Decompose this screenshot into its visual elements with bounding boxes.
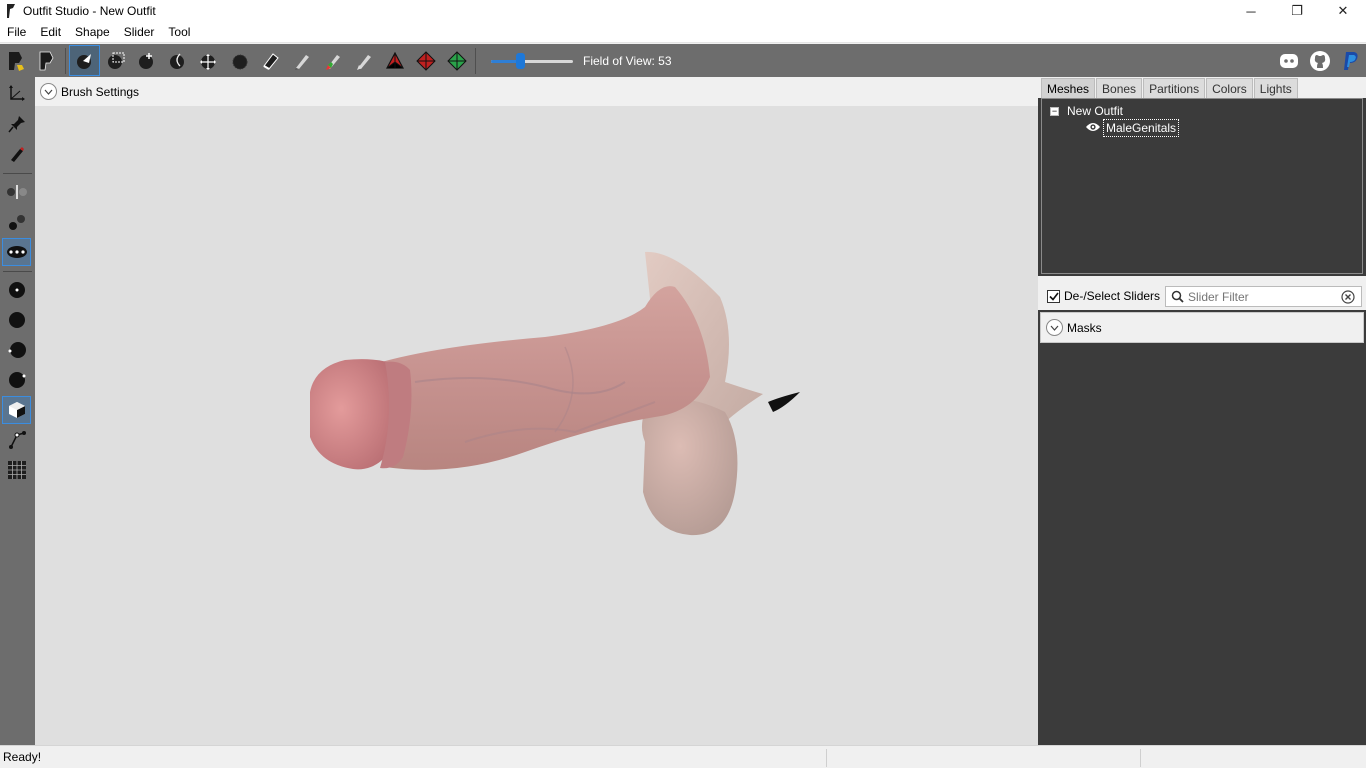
inflate-brush-icon[interactable] bbox=[131, 45, 162, 76]
undiff-brush-icon[interactable] bbox=[255, 45, 286, 76]
chevron-down-icon[interactable] bbox=[1046, 319, 1063, 336]
status-separator bbox=[1140, 749, 1141, 767]
connected-only-icon[interactable] bbox=[2, 208, 31, 236]
tab-lights[interactable]: Lights bbox=[1253, 78, 1298, 98]
masks-label: Masks bbox=[1067, 320, 1102, 335]
lock-normals-icon[interactable] bbox=[2, 366, 31, 394]
search-icon bbox=[1171, 290, 1184, 303]
tree-root-label[interactable]: New Outfit bbox=[1067, 104, 1123, 118]
brush-settings-label: Brush Settings bbox=[61, 84, 140, 99]
pencil-icon[interactable] bbox=[2, 140, 31, 168]
title-bar: Outfit Studio - New Outfit ─ ❐ ✕ bbox=[0, 0, 1366, 22]
status-separator bbox=[826, 749, 827, 767]
texture-cube-icon[interactable] bbox=[2, 396, 31, 424]
mask-brush-icon[interactable] bbox=[100, 45, 131, 76]
menu-bar: File Edit Shape Slider Tool bbox=[0, 22, 1366, 43]
fov-label: Field of View: 53 bbox=[583, 53, 672, 68]
window-title: Outfit Studio - New Outfit bbox=[23, 4, 156, 18]
masks-panel[interactable]: Masks bbox=[1040, 312, 1364, 343]
toolbar-separator bbox=[475, 47, 476, 74]
menu-slider[interactable]: Slider bbox=[117, 22, 162, 42]
tab-bones[interactable]: Bones bbox=[1096, 78, 1143, 98]
clear-filter-icon[interactable] bbox=[1341, 290, 1355, 304]
menu-shape[interactable]: Shape bbox=[68, 22, 117, 42]
grid-icon[interactable] bbox=[2, 456, 31, 484]
collapse-tree-icon[interactable]: − bbox=[1050, 106, 1059, 116]
slider-filter-box[interactable] bbox=[1165, 286, 1362, 307]
menu-tool[interactable]: Tool bbox=[161, 22, 197, 42]
smooth-normals-icon[interactable] bbox=[2, 336, 31, 364]
panel-tabs: Meshes Bones Partitions Colors Lights bbox=[1038, 77, 1366, 98]
eye-icon[interactable] bbox=[1085, 121, 1101, 136]
close-button[interactable]: ✕ bbox=[1320, 0, 1366, 22]
solid-shading-icon[interactable] bbox=[2, 306, 31, 334]
transform-icon[interactable] bbox=[379, 45, 410, 76]
status-text: Ready! bbox=[3, 750, 42, 764]
brush-settings-panel[interactable]: Brush Settings bbox=[35, 77, 1038, 106]
discord-icon[interactable] bbox=[1273, 45, 1304, 76]
bone-tool-icon[interactable] bbox=[2, 426, 31, 454]
pivot-icon[interactable] bbox=[410, 45, 441, 76]
deflate-brush-icon[interactable] bbox=[162, 45, 193, 76]
smooth-brush-icon[interactable] bbox=[224, 45, 255, 76]
reference-icon[interactable] bbox=[0, 45, 31, 76]
select-brush-icon[interactable] bbox=[69, 45, 100, 76]
left-toolbar bbox=[0, 77, 35, 745]
alpha-brush-icon[interactable] bbox=[348, 45, 379, 76]
toolbar-separator bbox=[65, 47, 66, 74]
mesh-node-label[interactable]: MaleGenitals bbox=[1103, 119, 1180, 137]
left-toolbar-separator bbox=[3, 173, 32, 174]
axis-icon[interactable] bbox=[2, 79, 31, 107]
mirror-icon[interactable] bbox=[2, 178, 31, 206]
app-icon bbox=[3, 3, 19, 19]
global-brush-icon[interactable] bbox=[2, 238, 31, 266]
fov-slider-thumb[interactable] bbox=[516, 52, 525, 69]
slider-controls-bar: De-/Select Sliders bbox=[1038, 282, 1366, 310]
tree-mesh-row[interactable]: MaleGenitals bbox=[1085, 119, 1180, 137]
fov-slider-fill bbox=[491, 59, 518, 63]
main-toolbar: Field of View: 53 bbox=[0, 44, 1366, 77]
slider-filter-input[interactable] bbox=[1188, 289, 1338, 304]
pin-icon[interactable] bbox=[2, 110, 31, 138]
menu-file[interactable]: File bbox=[0, 22, 33, 42]
status-bar: Ready! bbox=[0, 745, 1366, 768]
github-icon[interactable] bbox=[1304, 45, 1335, 76]
3d-viewport[interactable]: Brush Settings bbox=[35, 77, 1038, 745]
paypal-icon[interactable] bbox=[1335, 45, 1366, 76]
weight-brush-icon[interactable] bbox=[286, 45, 317, 76]
deselect-sliders-label[interactable]: De-/Select Sliders bbox=[1064, 289, 1160, 303]
show-vertices-icon[interactable] bbox=[2, 276, 31, 304]
maximize-button[interactable]: ❐ bbox=[1274, 0, 1320, 22]
outfit-icon[interactable] bbox=[31, 45, 62, 76]
mesh-model[interactable] bbox=[265, 242, 805, 542]
minimize-button[interactable]: ─ bbox=[1228, 0, 1274, 22]
left-toolbar-separator bbox=[3, 271, 32, 272]
menu-edit[interactable]: Edit bbox=[33, 22, 68, 42]
tab-partitions[interactable]: Partitions bbox=[1143, 78, 1206, 98]
chevron-down-icon[interactable] bbox=[40, 83, 57, 100]
fov-slider[interactable] bbox=[489, 51, 575, 71]
color-brush-icon[interactable] bbox=[317, 45, 348, 76]
tab-colors[interactable]: Colors bbox=[1206, 78, 1253, 98]
mesh-tree[interactable]: − New Outfit MaleGenitals bbox=[1041, 98, 1363, 274]
deselect-sliders-checkbox[interactable] bbox=[1047, 289, 1060, 303]
move-brush-icon[interactable] bbox=[193, 45, 224, 76]
vertex-edit-icon[interactable] bbox=[441, 45, 472, 76]
tab-meshes[interactable]: Meshes bbox=[1041, 78, 1096, 98]
tree-root-row[interactable]: − New Outfit bbox=[1050, 104, 1123, 118]
right-panel: Meshes Bones Partitions Colors Lights − … bbox=[1038, 77, 1366, 745]
